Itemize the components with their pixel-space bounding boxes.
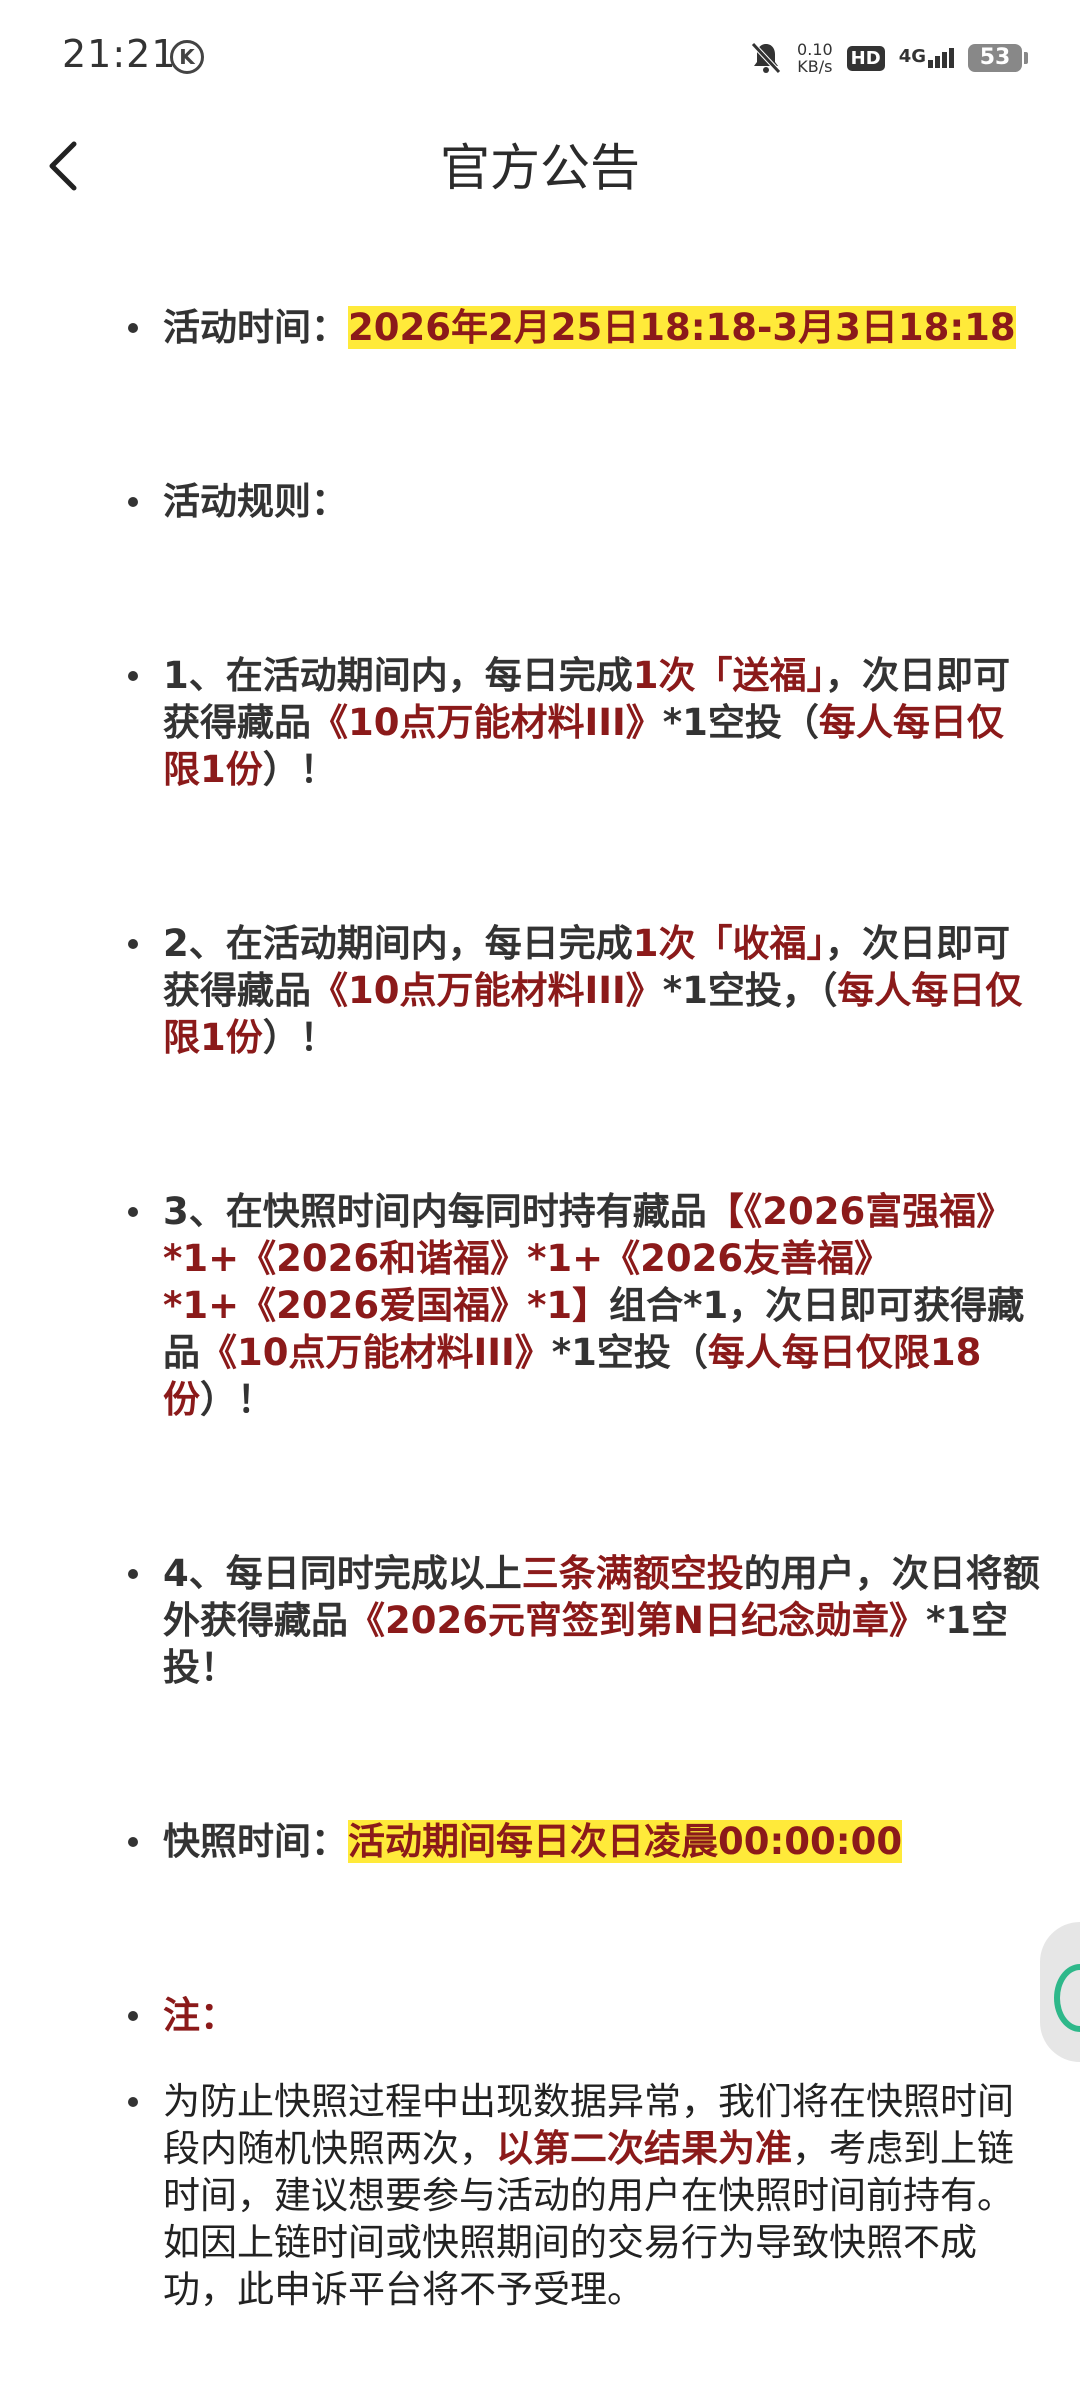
activity-time-label: 活动时间：	[163, 306, 348, 349]
floating-assistant-handle[interactable]	[1040, 1922, 1080, 2062]
rule-highlight: 1次「送福」	[632, 654, 825, 697]
activity-rules-label: 活动规则：	[163, 480, 348, 523]
page-title: 官方公告	[440, 139, 640, 197]
collectible-name: 《10点万能材料III》	[200, 1331, 552, 1374]
bullet	[128, 939, 138, 949]
bullet	[128, 323, 138, 333]
status-bar: 21:21 K 0.10 KB/s HD 4G 53	[0, 0, 1080, 118]
rule-text: ）！	[262, 1016, 337, 1059]
bullet	[128, 1207, 138, 1217]
rule-text: ）！	[262, 748, 337, 791]
bullet	[128, 1569, 138, 1579]
snapshot-time-item: 快照时间：活动期间每日次日凌晨00:00:00	[0, 1818, 1080, 1865]
collectible-name: 《10点万能材料III》	[311, 701, 663, 744]
announcement-content: 活动时间：2026年2月25日18:18-3月3日18:18 活动规则： 1、在…	[0, 280, 1080, 2313]
k-circle-icon: K	[170, 40, 204, 74]
note-label-item: 注：	[0, 1992, 1080, 2039]
rule-3: 3、在快照时间内每同时持有藏品【《2026富强福》*1+《2026和谐福》*1+…	[0, 1188, 1080, 1423]
rule-2: 2、在活动期间内，每日完成1次「收福」，次日即可获得藏品《10点万能材料III》…	[0, 920, 1080, 1061]
app-header: 官方公告	[0, 118, 1080, 210]
net-speed-value: 0.10	[797, 40, 833, 59]
battery-icon: 53	[968, 44, 1028, 72]
rule-1: 1、在活动期间内，每日完成1次「送福」，次日即可获得藏品《10点万能材料III》…	[0, 652, 1080, 793]
rule-text: *1空投，（	[662, 969, 838, 1012]
assistant-icon	[1054, 1964, 1080, 2032]
activity-rules-item: 活动规则：	[0, 478, 1080, 525]
rule-highlight: 三条满额空投	[521, 1552, 744, 1595]
status-time: 21:21	[62, 32, 177, 76]
activity-time-value: 2026年2月25日18:18-3月3日18:18	[348, 306, 1016, 349]
snapshot-time-label: 快照时间：	[163, 1820, 348, 1863]
rule-text: 4、每日同时完成以上	[163, 1552, 522, 1595]
rule-text: *1空投（	[662, 701, 819, 744]
bullet	[128, 2097, 138, 2107]
bullet	[128, 2011, 138, 2021]
bullet	[128, 1837, 138, 1847]
rule-text: 2、在活动期间内，每日完成	[163, 922, 633, 965]
status-icons: 0.10 KB/s HD 4G 53	[749, 36, 1028, 80]
signal-icon: 4G	[899, 48, 954, 68]
net-speed-unit: KB/s	[797, 57, 833, 76]
hd-badge: HD	[846, 45, 885, 71]
mute-bell-icon	[751, 42, 781, 74]
rule-4: 4、每日同时完成以上三条满额空投的用户，次日将额外获得藏品《2026元宵签到第N…	[0, 1550, 1080, 1691]
collectible-name: 《10点万能材料III》	[311, 969, 663, 1012]
rule-text: 3、在快照时间内每同时持有藏品	[163, 1190, 707, 1233]
snapshot-time-value: 活动期间每日次日凌晨00:00:00	[348, 1820, 903, 1863]
rule-text: ）！	[200, 1378, 274, 1421]
activity-time-item: 活动时间：2026年2月25日18:18-3月3日18:18	[0, 304, 1080, 351]
bullet	[128, 497, 138, 507]
network-type: 4G	[898, 46, 926, 67]
note-item: 为防止快照过程中出现数据异常，我们将在快照时间段内随机快照两次，以第二次结果为准…	[0, 2078, 1080, 2313]
rule-highlight: 1次「收福」	[632, 922, 825, 965]
rule-text: *1空投（	[551, 1331, 708, 1374]
rule-text: 1、在活动期间内，每日完成	[163, 654, 633, 697]
note-highlight: 以第二次结果为准	[496, 2127, 792, 2170]
net-speed: 0.10 KB/s	[797, 41, 833, 75]
bullet	[128, 671, 138, 681]
note-label: 注：	[163, 1994, 237, 2037]
collectible-name: 《2026元宵签到第N日纪念勋章》	[348, 1599, 926, 1642]
